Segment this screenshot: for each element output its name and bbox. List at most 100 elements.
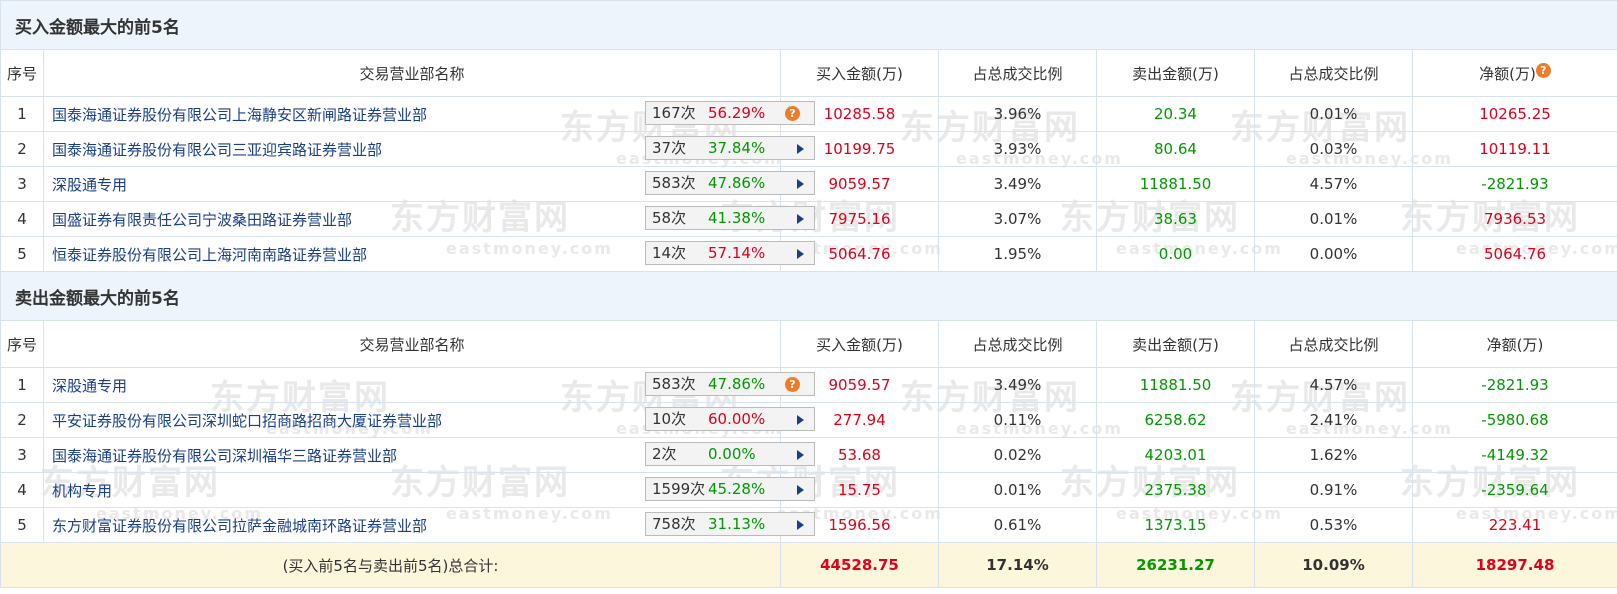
seat-stats-badge[interactable]: 167次 56.29%? [645,101,815,125]
seat-name-link[interactable]: 国泰海通证券股份有限公司上海静安区新闸路证券营业部 [52,104,427,125]
row-sell: 2375.38 [1096,472,1255,508]
seat-rate: 0.00% [708,445,756,463]
row-buy-pct: 3.49% [938,367,1097,403]
row-sell: 20.34 [1096,96,1255,132]
total-label: (买入前5名与卖出前5名)总合计: [0,542,781,588]
row-net: -2359.64 [1411,472,1617,508]
col-name: 交易营业部名称 [43,320,781,368]
row-sell-pct: 2.41% [1254,402,1413,438]
seat-name-link[interactable]: 平安证券股份有限公司深圳蛇口招商路招商大厦证券营业部 [52,410,442,431]
row-seq: 1 [0,96,44,132]
row-name-cell: 国盛证券有限责任公司宁波桑田路证券营业部 58次 41.38% [43,201,815,237]
row-sell-pct: 0.01% [1254,96,1413,132]
seat-rate: 57.14% [708,244,766,262]
col-seq: 序号 [0,49,44,97]
seat-rate: 45.28% [708,480,766,498]
row-buy-pct: 1.95% [938,236,1097,272]
seat-stats-badge[interactable]: 1599次 45.28% [645,477,815,501]
seat-stats-badge[interactable]: 10次 60.00% [645,407,815,431]
row-sell-pct: 0.03% [1254,131,1413,167]
seat-stats-badge[interactable]: 2次 0.00% [645,442,815,466]
seat-name-link[interactable]: 国盛证券有限责任公司宁波桑田路证券营业部 [52,209,352,230]
seat-name-link[interactable]: 深股通专用 [52,375,127,396]
table-row: 1 深股通专用 583次 47.86%? 9059.57 3.49% 11881.50 4.5… [0,367,1617,403]
buy-header-row: 序号 交易营业部名称 买入金额(万) 占总成交比例 卖出金额(万) 占总成交比例… [0,49,1617,97]
row-name-cell: 恒泰证券股份有限公司上海河南南路证券营业部 14次 57.14% [43,236,815,272]
seat-count: 58次 [652,209,687,227]
seat-name-link[interactable]: 恒泰证券股份有限公司上海河南南路证券营业部 [52,244,367,265]
seat-count: 167次 [652,104,696,122]
seat-stats-badge[interactable]: 583次 47.86% [645,171,815,195]
play-arrow-icon[interactable] [797,179,804,189]
question-icon[interactable]: ? [1535,62,1551,78]
row-buy-pct: 3.07% [938,201,1097,237]
col-net: 净额(万) [1411,320,1617,368]
total-row: (买入前5名与卖出前5名)总合计: 44528.75 17.14% 26231.… [0,542,1617,588]
row-sell-pct: 4.57% [1254,166,1413,202]
seat-name-link[interactable]: 国泰海通证券股份有限公司三亚迎宾路证券营业部 [52,139,382,160]
seat-rate: 31.13% [708,515,766,533]
play-arrow-icon[interactable] [797,450,804,460]
row-net: 10119.11 [1411,131,1617,167]
seat-name-link[interactable]: 东方财富证券股份有限公司拉萨金融城南环路证券营业部 [52,515,427,536]
col-buy-pct: 占总成交比例 [938,49,1097,97]
row-seq: 2 [0,402,44,438]
total-net: 18297.48 [1411,542,1617,588]
row-sell: 4203.01 [1096,437,1255,473]
seat-stats-badge[interactable]: 758次 31.13% [645,512,815,536]
question-icon[interactable]: ? [785,377,800,392]
play-arrow-icon[interactable] [797,144,804,154]
seat-rate: 56.29% [708,104,766,122]
col-buy: 买入金额(万) [780,320,939,368]
row-sell: 0.00 [1096,236,1255,272]
seat-stats-badge[interactable]: 583次 47.86%? [645,372,815,396]
row-sell-pct: 0.00% [1254,236,1413,272]
table-row: 2 国泰海通证券股份有限公司三亚迎宾路证券营业部 37次 37.84% 10199.75… [0,131,1617,167]
play-arrow-icon[interactable] [797,520,804,530]
sell-section-title: 卖出金额最大的前5名 [0,271,1617,321]
row-net: 5064.76 [1411,236,1617,272]
row-name-cell: 平安证券股份有限公司深圳蛇口招商路招商大厦证券营业部 10次 60.00% [43,402,815,438]
row-net: 10265.25 [1411,96,1617,132]
seat-stats-badge[interactable]: 58次 41.38% [645,206,815,230]
row-net: -2821.93 [1411,166,1617,202]
row-seq: 3 [0,437,44,473]
seat-count: 1599次 [652,480,706,498]
total-sell: 26231.27 [1096,542,1255,588]
row-sell-pct: 0.91% [1254,472,1413,508]
table-row: 4 国盛证券有限责任公司宁波桑田路证券营业部 58次 41.38% 7975.16 3.0… [0,201,1617,237]
play-arrow-icon[interactable] [797,249,804,259]
row-name-cell: 深股通专用 583次 47.86%? [43,367,815,403]
row-net: -5980.68 [1411,402,1617,438]
seat-name-link[interactable]: 深股通专用 [52,174,127,195]
play-arrow-icon[interactable] [797,415,804,425]
table-row: 3 深股通专用 583次 47.86% 9059.57 3.49% 11881.50 4.57… [0,166,1617,202]
row-sell-pct: 0.01% [1254,201,1413,237]
row-seq: 5 [0,507,44,543]
row-name-cell: 国泰海通证券股份有限公司上海静安区新闸路证券营业部 167次 56.29%? [43,96,815,132]
row-seq: 1 [0,367,44,403]
seat-count: 583次 [652,375,696,393]
seat-rate: 37.84% [708,139,766,157]
table-row: 1 国泰海通证券股份有限公司上海静安区新闸路证券营业部 167次 56.29%? 102… [0,96,1617,132]
question-icon[interactable]: ? [785,106,800,121]
col-sell: 卖出金额(万) [1096,49,1255,97]
play-arrow-icon[interactable] [797,214,804,224]
row-seq: 2 [0,131,44,167]
row-name-cell: 国泰海通证券股份有限公司三亚迎宾路证券营业部 37次 37.84% [43,131,815,167]
row-sell: 11881.50 [1096,166,1255,202]
seat-rate: 41.38% [708,209,766,227]
seat-stats-badge[interactable]: 37次 37.84% [645,136,815,160]
row-name-cell: 机构专用 1599次 45.28% [43,472,815,508]
play-arrow-icon[interactable] [797,485,804,495]
seat-count: 2次 [652,445,677,463]
row-net: 223.41 [1411,507,1617,543]
seat-stats-badge[interactable]: 14次 57.14% [645,241,815,265]
seat-count: 14次 [652,244,687,262]
seat-rate: 47.86% [708,174,766,192]
seat-name-link[interactable]: 国泰海通证券股份有限公司深圳福华三路证券营业部 [52,445,397,466]
buy-section-title: 买入金额最大的前5名 [0,0,1617,50]
row-seq: 3 [0,166,44,202]
seat-name-link[interactable]: 机构专用 [52,480,112,501]
row-sell-pct: 4.57% [1254,367,1413,403]
